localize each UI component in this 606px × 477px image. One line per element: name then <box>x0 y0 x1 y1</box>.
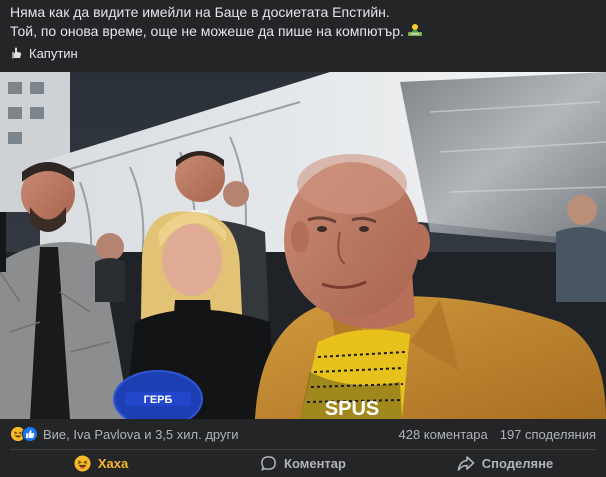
share-button[interactable]: Споделяне <box>404 450 606 477</box>
person-at-computer-emoji-icon <box>407 23 423 43</box>
post-stats: Вие, Iva Pavlova и 3,5 хил. други 428 ко… <box>0 421 606 447</box>
post-photo[interactable]: ГЕРБ SPUS <box>0 72 606 419</box>
post-actions: Хаха Коментар Споделяне <box>0 450 606 477</box>
group-tag[interactable]: Капутин <box>10 44 78 62</box>
shares-count[interactable]: 197 споделяния <box>500 427 596 442</box>
reaction-summary[interactable]: Вие, Iva Pavlova и 3,5 хил. други <box>10 426 239 442</box>
comment-label: Коментар <box>284 456 346 471</box>
comment-bubble-icon <box>260 455 277 472</box>
haha-reaction-label: Хаха <box>97 456 129 471</box>
post-text: Няма как да видите имейли на Баце в доси… <box>10 3 600 43</box>
share-label: Споделяне <box>481 456 554 471</box>
post-text-line-1: Няма как да видите имейли на Баце в доси… <box>10 4 390 20</box>
post-text-line-2-text: Той, по онова време, още не можеше да пи… <box>10 23 404 39</box>
like-icon <box>22 426 38 442</box>
haha-reaction-button[interactable]: Хаха <box>0 450 202 477</box>
share-arrow-icon <box>457 455 475 472</box>
comment-button[interactable]: Коментар <box>202 450 404 477</box>
reactors-text[interactable]: Вие, Iva Pavlova и 3,5 хил. други <box>43 427 239 442</box>
post-text-line-2: Той, по онова време, още не можеше да пи… <box>10 22 600 43</box>
hand-pointing-icon <box>10 46 24 60</box>
haha-emoji-icon <box>74 455 91 472</box>
microphone-label: ГЕРБ <box>144 394 173 406</box>
group-tag-label: Капутин <box>29 45 78 61</box>
comments-count[interactable]: 428 коментара <box>399 427 488 442</box>
microphone: ГЕРБ <box>113 370 203 419</box>
shirt-text: SPUS <box>325 398 379 419</box>
